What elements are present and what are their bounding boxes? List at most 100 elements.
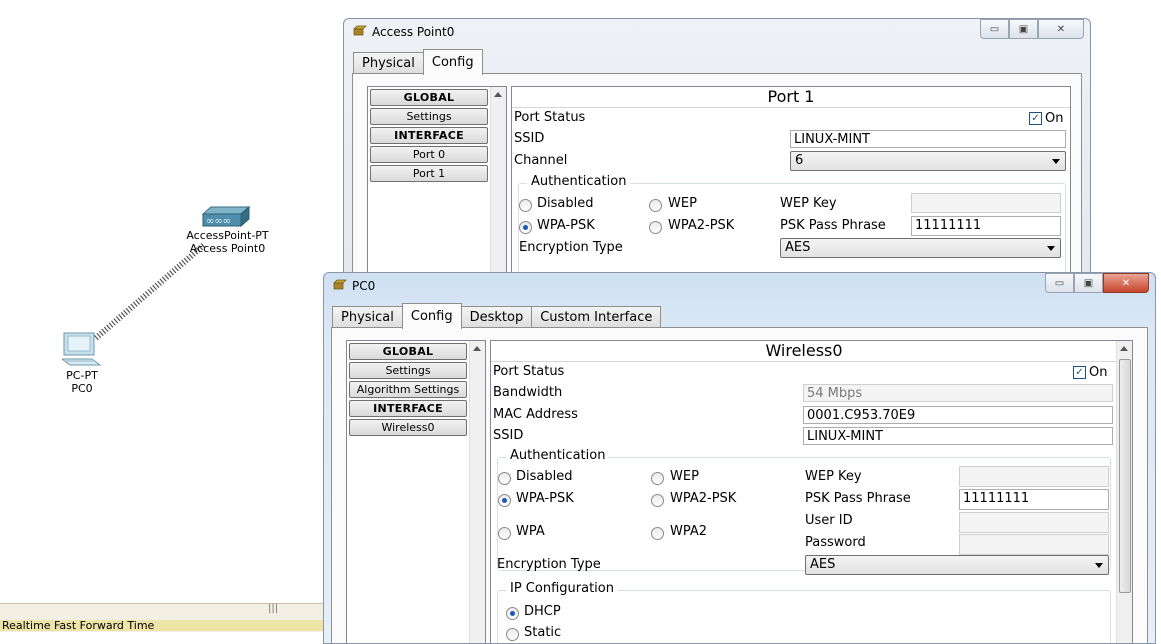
tab-custom-interface[interactable]: Custom Interface bbox=[531, 306, 662, 329]
tab-physical[interactable]: Physical bbox=[332, 306, 403, 329]
port-on-label: On bbox=[1089, 365, 1108, 380]
wireless-link-line bbox=[94, 241, 207, 341]
ip-config-legend: IP Configuration bbox=[506, 581, 618, 596]
maximize-button[interactable]: ▣ bbox=[1074, 273, 1103, 293]
ap-type-label: AccessPoint-PT bbox=[186, 229, 269, 242]
minimize-button[interactable]: ▭ bbox=[980, 19, 1009, 39]
close-button[interactable]: ✕ bbox=[1038, 19, 1084, 39]
wpa2-psk-radio[interactable] bbox=[649, 221, 662, 234]
enc-type-value: AES bbox=[785, 240, 811, 255]
chevron-down-icon bbox=[1095, 563, 1103, 568]
pc-panel-title: Wireless0 bbox=[491, 341, 1117, 362]
access-point-icon bbox=[353, 25, 367, 36]
disabled-radio[interactable] bbox=[498, 472, 511, 485]
wpa-psk-radio[interactable] bbox=[498, 494, 511, 507]
ap-panel-title: Port 1 bbox=[512, 87, 1070, 108]
settings-item[interactable]: Settings bbox=[349, 362, 467, 379]
maximize-button[interactable]: ▣ bbox=[1009, 19, 1038, 39]
wep-radio[interactable] bbox=[651, 472, 664, 485]
psk-field[interactable]: 11111111 bbox=[911, 216, 1061, 236]
enc-type-select[interactable]: AES bbox=[780, 238, 1061, 258]
port0-item[interactable]: Port 0 bbox=[370, 146, 488, 163]
chevron-down-icon bbox=[1052, 159, 1060, 164]
interface-header[interactable]: INTERFACE bbox=[349, 400, 467, 417]
wep-key-field[interactable] bbox=[911, 193, 1061, 213]
ap-left-list: GLOBAL Settings INTERFACE Port 0 Port 1 bbox=[367, 86, 507, 288]
realtime-bar: Realtime Fast Forward Time bbox=[0, 620, 330, 631]
enc-type-label: Encryption Type bbox=[497, 557, 601, 572]
access-point-device[interactable]: ∞∞∞ AccessPoint-PT Access Point0 bbox=[180, 204, 275, 256]
algorithm-settings-item[interactable]: Algorithm Settings bbox=[349, 381, 467, 398]
maximize-icon: ▣ bbox=[1083, 277, 1094, 289]
user-id-field[interactable] bbox=[959, 512, 1109, 533]
global-header[interactable]: GLOBAL bbox=[349, 343, 467, 360]
scroll-up-icon[interactable] bbox=[473, 346, 481, 351]
chevron-down-icon bbox=[1047, 246, 1055, 251]
wep-key-label: WEP Key bbox=[780, 196, 837, 211]
port1-item[interactable]: Port 1 bbox=[370, 165, 488, 182]
ap-titlebar[interactable]: Access Point0 ▭ ▣ ✕ bbox=[344, 19, 1090, 45]
ssid-field[interactable]: LINUX-MINT bbox=[803, 427, 1113, 445]
tab-config[interactable]: Config bbox=[401, 303, 462, 329]
ap-list-scrollbar[interactable] bbox=[490, 87, 506, 287]
ap-name-label: Access Point0 bbox=[189, 242, 266, 255]
wep-key-label: WEP Key bbox=[805, 469, 862, 484]
wireless0-item[interactable]: Wireless0 bbox=[349, 419, 467, 436]
enc-type-label: Encryption Type bbox=[519, 240, 623, 255]
pc-icon bbox=[62, 332, 102, 366]
wpa2-psk-label: WPA2-PSK bbox=[670, 491, 737, 506]
dhcp-radio[interactable] bbox=[506, 607, 519, 620]
wpa-radio[interactable] bbox=[498, 527, 511, 540]
workspace: ∞∞∞ AccessPoint-PT Access Point0 PC-PT P… bbox=[0, 0, 340, 603]
access-point-window[interactable]: Access Point0 ▭ ▣ ✕ Physical Config GLOB… bbox=[343, 18, 1091, 290]
mac-address-field[interactable]: 0001.C953.70E9 bbox=[803, 406, 1113, 424]
wep-label: WEP bbox=[668, 196, 697, 211]
minimize-icon: ▭ bbox=[989, 23, 1000, 35]
pc-list-scrollbar[interactable] bbox=[469, 341, 485, 643]
wpa-psk-radio[interactable] bbox=[519, 221, 532, 234]
disabled-radio[interactable] bbox=[519, 199, 532, 212]
splitter-grip[interactable]: ||| bbox=[268, 603, 278, 614]
maximize-icon: ▣ bbox=[1018, 23, 1029, 35]
tab-config[interactable]: Config bbox=[422, 49, 483, 75]
psk-label: PSK Pass Phrase bbox=[780, 218, 886, 233]
password-field[interactable] bbox=[959, 534, 1109, 555]
tab-desktop[interactable]: Desktop bbox=[460, 306, 533, 329]
enc-type-select[interactable]: AES bbox=[805, 555, 1109, 575]
pc-device[interactable]: PC-PT PC0 bbox=[54, 331, 110, 397]
wpa2-radio[interactable] bbox=[651, 527, 664, 540]
interface-header[interactable]: INTERFACE bbox=[370, 127, 488, 144]
pc-titlebar[interactable]: PC0 ▭ ▣ ✕ bbox=[324, 273, 1155, 299]
user-id-label: User ID bbox=[805, 513, 853, 528]
settings-item[interactable]: Settings bbox=[370, 108, 488, 125]
ap-window-title: Access Point0 bbox=[372, 25, 455, 39]
static-radio[interactable] bbox=[506, 628, 519, 641]
port-on-checkbox[interactable]: ✓ bbox=[1029, 112, 1042, 125]
channel-select[interactable]: 6 bbox=[790, 151, 1066, 171]
port-on-checkbox[interactable]: ✓ bbox=[1073, 366, 1086, 379]
ap-port-panel: Port 1 Port Status ✓ On SSID LINUX-MINT … bbox=[511, 86, 1071, 288]
pc-content-scrollbar[interactable] bbox=[1116, 341, 1132, 643]
ssid-label: SSID bbox=[514, 131, 545, 146]
wep-key-field[interactable] bbox=[959, 466, 1109, 487]
disabled-label: Disabled bbox=[537, 196, 594, 211]
scroll-up-icon[interactable] bbox=[494, 92, 502, 97]
pc-window-title: PC0 bbox=[352, 279, 376, 293]
close-icon: ✕ bbox=[1056, 23, 1066, 35]
scroll-thumb[interactable] bbox=[1119, 359, 1131, 593]
channel-label: Channel bbox=[514, 153, 568, 168]
global-header[interactable]: GLOBAL bbox=[370, 89, 488, 106]
wpa2-psk-radio[interactable] bbox=[651, 494, 664, 507]
wpa2-psk-label: WPA2-PSK bbox=[668, 218, 735, 233]
minimize-button[interactable]: ▭ bbox=[1045, 273, 1074, 293]
pc-window[interactable]: PC0 ▭ ▣ ✕ Physical Config Desktop Custom… bbox=[323, 272, 1156, 644]
pc-name-label: PC0 bbox=[71, 382, 93, 395]
wep-radio[interactable] bbox=[649, 199, 662, 212]
close-button[interactable]: ✕ bbox=[1103, 273, 1149, 293]
access-point-icon: ∞∞∞ bbox=[201, 205, 251, 228]
ssid-field[interactable]: LINUX-MINT bbox=[790, 130, 1066, 148]
scroll-up-icon[interactable] bbox=[1120, 346, 1128, 351]
tab-physical[interactable]: Physical bbox=[353, 52, 424, 75]
disabled-label: Disabled bbox=[516, 469, 573, 484]
psk-field[interactable]: 11111111 bbox=[959, 489, 1109, 510]
